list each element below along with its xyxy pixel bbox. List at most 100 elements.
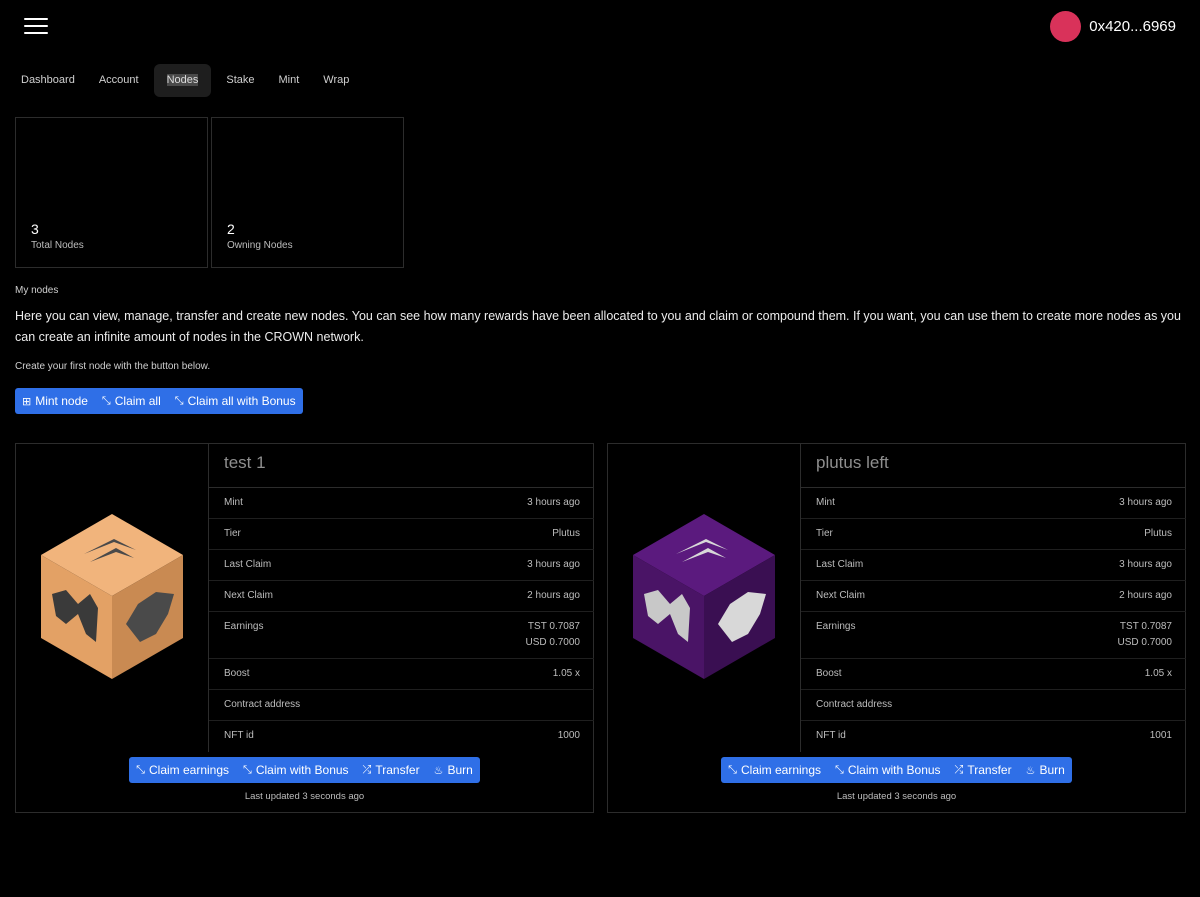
stat-card-owning-nodes: 2 Owning Nodes: [211, 117, 404, 268]
detail-row-contract: Contract address: [801, 690, 1186, 721]
main-action-group: ⊞ Mint node ⤡ Claim all ⤡ Claim all with…: [15, 388, 303, 414]
detail-key: Boost: [816, 668, 842, 679]
detail-key: Tier: [224, 528, 241, 539]
detail-row-nft-id: NFT id 1001: [801, 721, 1186, 752]
section-hint: Create your first node with the button b…: [15, 361, 211, 372]
button-label: Burn: [1039, 763, 1065, 777]
nav-tabs: Dashboard Account Nodes Stake Mint Wrap: [12, 64, 358, 97]
detail-value: Plutus: [552, 528, 580, 539]
detail-key: Contract address: [224, 699, 301, 710]
stat-value: 2: [227, 221, 235, 237]
tab-wrap[interactable]: Wrap: [314, 64, 358, 97]
button-label: Transfer: [375, 763, 420, 777]
claim-all-button[interactable]: ⤡ Claim all: [95, 388, 168, 414]
node-actions: ⤡ Claim earnings ⤡ Claim with Bonus ⤮ Trans…: [608, 757, 1185, 783]
menu-icon[interactable]: [24, 18, 48, 38]
detail-row-mint: Mint 3 hours ago: [801, 488, 1186, 519]
fire-icon: ♨: [433, 764, 444, 777]
detail-key: NFT id: [816, 730, 846, 741]
detail-row-nft-id: NFT id 1000: [209, 721, 594, 752]
compress-icon: ⤡: [728, 763, 737, 776]
node-card: plutus left Mint 3 hours ago Tier Plutus L…: [607, 443, 1186, 813]
detail-key: Next Claim: [224, 590, 273, 601]
tab-nodes[interactable]: Nodes: [153, 64, 212, 97]
detail-key: Tier: [816, 528, 833, 539]
tab-label: Wrap: [323, 74, 350, 86]
stat-card-total-nodes: 3 Total Nodes: [15, 117, 208, 268]
detail-row-last-claim: Last Claim 3 hours ago: [801, 550, 1186, 581]
stat-value: 3: [31, 221, 39, 237]
detail-key: NFT id: [224, 730, 254, 741]
detail-value: 3 hours ago: [1119, 497, 1172, 508]
burn-button[interactable]: ♨ Burn: [427, 757, 480, 783]
compress-icon: ⤡: [835, 763, 844, 776]
claim-bonus-button[interactable]: ⤡ Claim with Bonus: [236, 757, 356, 783]
detail-key: Last Claim: [224, 559, 272, 570]
detail-row-earnings: Earnings TST 0.7087 USD 0.7000: [209, 612, 594, 659]
detail-key: Earnings: [816, 621, 856, 632]
section-description: Here you can view, manage, transfer and …: [15, 309, 1181, 344]
detail-key: Next Claim: [816, 590, 865, 601]
node-name: plutus left: [801, 444, 1186, 488]
mint-node-button[interactable]: ⊞ Mint node: [15, 388, 95, 414]
last-updated-text: Last updated 3 seconds ago: [244, 791, 365, 802]
detail-key: Mint: [816, 497, 835, 508]
detail-row-contract: Contract address: [209, 690, 594, 721]
detail-value: TST 0.7087 USD 0.7000: [1118, 619, 1172, 658]
tab-account[interactable]: Account: [90, 64, 148, 97]
tab-dashboard[interactable]: Dashboard: [12, 64, 84, 97]
tab-mint[interactable]: Mint: [270, 64, 309, 97]
detail-row-earnings: Earnings TST 0.7087 USD 0.7000: [801, 612, 1186, 659]
button-label: Mint node: [35, 394, 88, 408]
node-details: test 1 Mint 3 hours ago Tier Plutus Last C…: [208, 444, 594, 752]
claim-all-bonus-button[interactable]: ⤡ Claim all with Bonus: [168, 388, 303, 414]
detail-key: Earnings: [224, 621, 264, 632]
top-bar: 0x420...6969: [0, 0, 1200, 60]
detail-row-boost: Boost 1.05 x: [801, 659, 1186, 690]
transfer-button[interactable]: ⤮ Transfer: [356, 757, 427, 783]
detail-value: Plutus: [1144, 528, 1172, 539]
tab-stake[interactable]: Stake: [217, 64, 263, 97]
detail-value: 3 hours ago: [527, 497, 580, 508]
claim-bonus-button[interactable]: ⤡ Claim with Bonus: [828, 757, 948, 783]
transfer-button[interactable]: ⤮ Transfer: [948, 757, 1019, 783]
detail-row-last-claim: Last Claim 3 hours ago: [209, 550, 594, 581]
button-label: Claim all with Bonus: [187, 394, 296, 408]
node-details: plutus left Mint 3 hours ago Tier Plutus L…: [800, 444, 1186, 752]
button-label: Claim earnings: [148, 763, 230, 777]
detail-key: Mint: [224, 497, 243, 508]
claim-earnings-button[interactable]: ⤡ Claim earnings: [129, 757, 236, 783]
tab-label: Dashboard: [21, 74, 75, 86]
node-name: test 1: [209, 444, 594, 488]
earnings-tst: TST 0.7087: [527, 621, 580, 632]
detail-row-mint: Mint 3 hours ago: [209, 488, 594, 519]
earnings-usd: USD 0.7000: [525, 637, 580, 648]
shuffle-icon: ⤮: [954, 763, 964, 776]
node-action-group: ⤡ Claim earnings ⤡ Claim with Bonus ⤮ Trans…: [721, 757, 1072, 783]
detail-value: 3 hours ago: [527, 559, 580, 570]
compress-icon: ⤡: [174, 394, 184, 407]
button-label: Claim all: [114, 394, 161, 408]
detail-key: Boost: [224, 668, 250, 679]
compress-icon: ⤡: [243, 763, 252, 776]
detail-value: TST 0.7087 USD 0.7000: [526, 619, 580, 658]
detail-value: 2 hours ago: [527, 590, 580, 601]
node-action-group: ⤡ Claim earnings ⤡ Claim with Bonus ⤮ Trans…: [129, 757, 480, 783]
detail-value: 1.05 x: [552, 668, 580, 679]
button-label: Burn: [447, 763, 473, 777]
wallet-address: 0x420...6969: [1089, 18, 1176, 35]
detail-row-tier: Tier Plutus: [801, 519, 1186, 550]
node-card: test 1 Mint 3 hours ago Tier Plutus Last C…: [15, 443, 594, 813]
claim-earnings-button[interactable]: ⤡ Claim earnings: [721, 757, 828, 783]
section-title: My nodes: [15, 285, 59, 296]
wallet-button[interactable]: 0x420...6969: [1050, 11, 1176, 42]
shuffle-icon: ⤮: [362, 763, 372, 776]
tab-label: Mint: [278, 74, 300, 86]
compress-icon: ⤡: [101, 394, 111, 407]
detail-value: 3 hours ago: [1119, 559, 1172, 570]
tab-label: Nodes: [166, 74, 199, 86]
plus-square-icon: ⊞: [22, 395, 32, 408]
earnings-usd: USD 0.7000: [1117, 637, 1172, 648]
stat-label: Total Nodes: [31, 240, 84, 251]
burn-button[interactable]: ♨ Burn: [1019, 757, 1072, 783]
